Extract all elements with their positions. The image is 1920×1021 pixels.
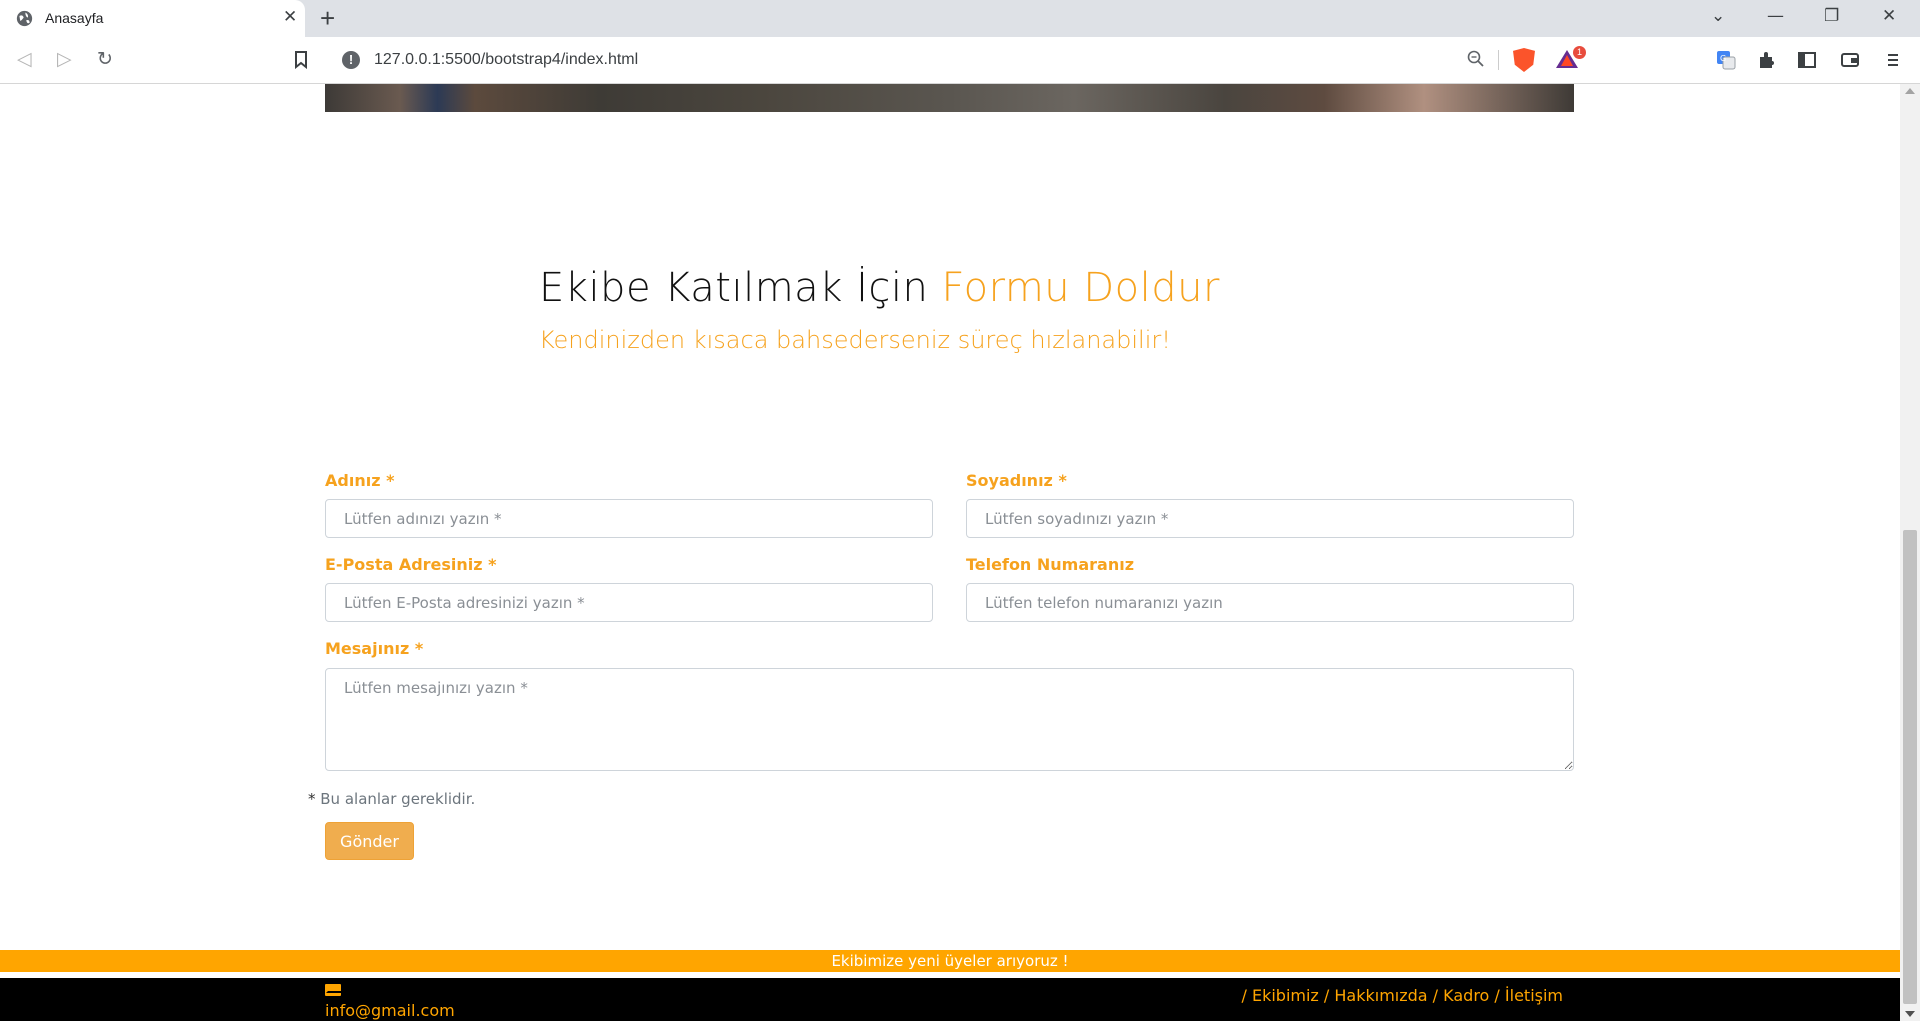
form-heading: Ekibe Katılmak İçin Formu Doldur: [539, 265, 1220, 311]
footer-nav-separator: /: [1241, 986, 1252, 1005]
tab-title: Anasayfa: [45, 10, 104, 26]
close-icon[interactable]: ✕: [283, 9, 297, 26]
phone-input[interactable]: [966, 583, 1574, 622]
first-name-label: Adınız *: [325, 471, 395, 490]
info-icon[interactable]: !: [342, 51, 360, 69]
last-name-input[interactable]: [966, 499, 1574, 538]
bookmark-icon[interactable]: [294, 51, 308, 69]
tab-strip: Anasayfa ✕ + ⌄ — ❐ ✕: [0, 0, 1920, 37]
omnibox-divider: [1498, 50, 1499, 70]
footer-nav-separator: /: [1427, 986, 1444, 1005]
browser-tab[interactable]: Anasayfa ✕: [0, 0, 305, 37]
announcement-bar: Ekibimize yeni üyeler arıyoruz !: [0, 950, 1900, 972]
hero-image: [325, 84, 1574, 112]
phone-label: Telefon Numaranız: [966, 555, 1135, 574]
page-viewport: Ekibe Katılmak İçin Formu Doldur Kendini…: [0, 84, 1900, 1021]
footer-nav-separator: /: [1489, 986, 1505, 1005]
scroll-down-icon[interactable]: [1905, 1011, 1915, 1017]
message-textarea[interactable]: [325, 668, 1574, 771]
message-label: Mesajınız *: [325, 639, 424, 658]
submit-button[interactable]: Gönder: [325, 822, 414, 860]
reload-icon[interactable]: ↻: [97, 48, 113, 70]
email-input[interactable]: [325, 583, 933, 622]
back-icon[interactable]: ◁: [17, 48, 32, 70]
scrollbar-thumb[interactable]: [1903, 530, 1917, 1004]
zoom-icon[interactable]: [1467, 50, 1485, 68]
required-note: * Bu alanlar gereklidir.: [308, 790, 475, 808]
sidebar-icon[interactable]: [1797, 50, 1817, 70]
wallet-icon[interactable]: [1840, 50, 1860, 70]
footer-link-kadro[interactable]: Kadro: [1443, 986, 1489, 1005]
window-close-icon[interactable]: ✕: [1882, 6, 1896, 26]
required-note-text: Bu alanlar gereklidir.: [315, 790, 476, 808]
email-label: E-Posta Adresiniz *: [325, 555, 497, 574]
tab-search-chevron-icon[interactable]: ⌄: [1711, 6, 1725, 26]
browser-toolbar: ◁ ▷ ↻ ! 127.0.0.1:5500/bootstrap4/index.…: [0, 37, 1920, 84]
brave-shield-icon[interactable]: [1513, 48, 1535, 72]
last-name-label: Soyadınız *: [966, 471, 1067, 490]
globe-icon: [16, 10, 33, 27]
footer-nav-separator: /: [1318, 986, 1335, 1005]
envelope-icon: [325, 984, 344, 996]
menu-icon[interactable]: [1883, 50, 1903, 70]
translate-icon[interactable]: G: [1716, 50, 1736, 70]
forward-icon[interactable]: ▷: [57, 48, 72, 70]
first-name-input[interactable]: [325, 499, 933, 538]
footer-email[interactable]: info@gmail.com: [325, 1001, 455, 1020]
heading-main: Ekibe Katılmak İçin: [539, 265, 942, 311]
heading-accent: Formu Doldur: [941, 265, 1220, 311]
footer-nav: / Ekibimiz / Hakkımızda / Kadro / İletiş…: [1241, 986, 1563, 1005]
svg-text:G: G: [1720, 54, 1726, 63]
required-star: *: [308, 790, 316, 808]
footer-link-hakkimizda[interactable]: Hakkımızda: [1334, 986, 1427, 1005]
rewards-badge: 1: [1573, 46, 1586, 59]
scroll-up-icon[interactable]: [1905, 88, 1915, 94]
minimize-icon[interactable]: —: [1767, 6, 1784, 26]
plus-icon[interactable]: +: [320, 4, 335, 32]
form-subheading: Kendinizden kısaca bahsederseniz süreç h…: [539, 326, 1171, 354]
restore-icon[interactable]: ❐: [1824, 6, 1839, 26]
footer: info@gmail.com / Ekibimiz / Hakkımızda /…: [0, 978, 1900, 1021]
extensions-icon[interactable]: [1757, 50, 1777, 70]
footer-link-iletisim[interactable]: İletişim: [1505, 986, 1563, 1005]
url-text[interactable]: 127.0.0.1:5500/bootstrap4/index.html: [374, 51, 638, 69]
footer-link-ekibimiz[interactable]: Ekibimiz: [1252, 986, 1319, 1005]
page-scrollbar[interactable]: [1900, 84, 1920, 1021]
address-bar[interactable]: ! 127.0.0.1:5500/bootstrap4/index.html 1: [330, 43, 1590, 77]
